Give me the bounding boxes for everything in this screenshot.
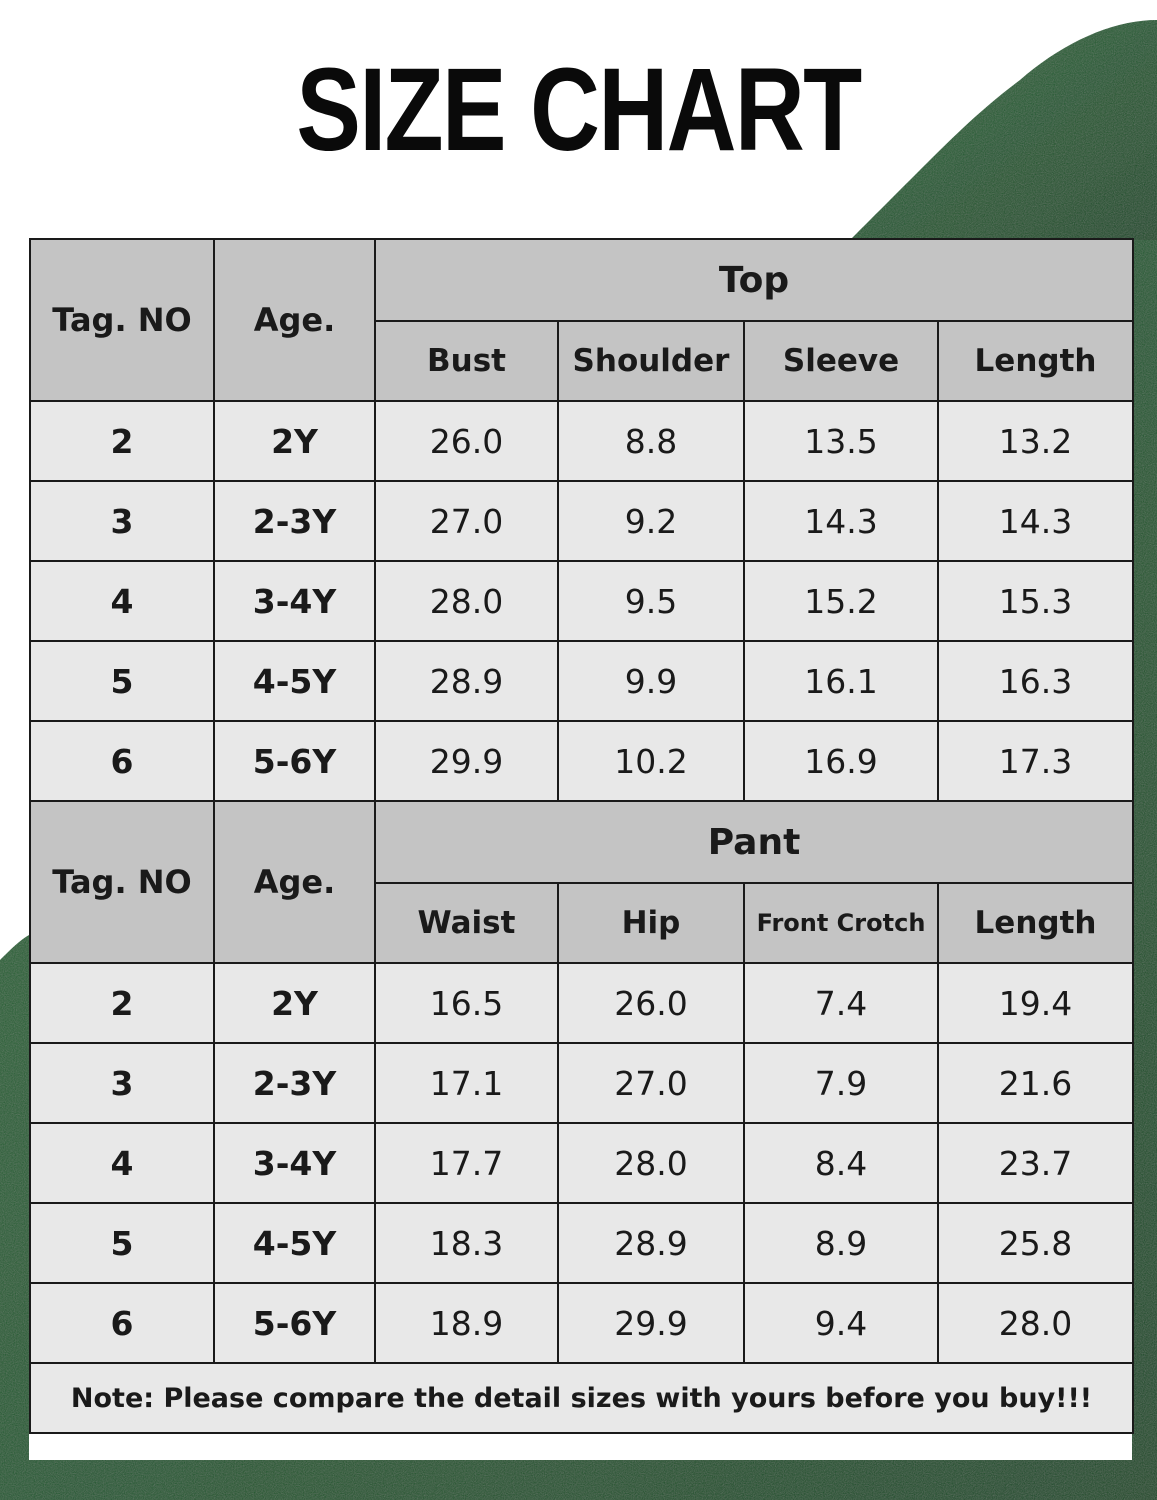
age-cell: 5-6Y: [213, 1282, 376, 1364]
col-header-hip: Hip: [557, 882, 745, 964]
col-header-waist: Waist: [374, 882, 559, 964]
value-cell: 15.2: [743, 560, 939, 642]
age-cell: 2-3Y: [213, 1042, 376, 1124]
col-header-front-crotch: Front Crotch: [743, 882, 939, 964]
value-cell: 16.3: [936, 640, 1135, 722]
table-row: 3 2-3Y 17.1 27.0 7.9 21.6: [29, 1042, 1135, 1124]
age-cell: 5-6Y: [213, 720, 376, 802]
size-chart-table: Tag. NO Age. Top Bust Shoulder Sleeve Le…: [28, 238, 1135, 1434]
tag-cell: 2: [29, 962, 215, 1044]
value-cell: 17.7: [374, 1122, 559, 1204]
value-cell: 26.0: [374, 400, 559, 482]
age-cell: 3-4Y: [213, 1122, 376, 1204]
col-header-sleeve: Sleeve: [743, 320, 939, 402]
tag-cell: 3: [29, 1042, 215, 1124]
age-cell: 4-5Y: [213, 1202, 376, 1284]
value-cell: 9.4: [743, 1282, 939, 1364]
tag-cell: 4: [29, 1122, 215, 1204]
pant-tag-header: Tag. NO: [29, 800, 215, 964]
age-cell: 2Y: [213, 400, 376, 482]
value-cell: 7.9: [743, 1042, 939, 1124]
value-cell: 9.9: [557, 640, 745, 722]
value-cell: 9.5: [557, 560, 745, 642]
value-cell: 21.6: [936, 1042, 1135, 1124]
value-cell: 13.5: [743, 400, 939, 482]
value-cell: 8.9: [743, 1202, 939, 1284]
note-text: Note: Please compare the detail sizes wi…: [28, 1362, 1135, 1434]
value-cell: 28.0: [374, 560, 559, 642]
value-cell: 10.2: [557, 720, 745, 802]
table-row: 5 4-5Y 28.9 9.9 16.1 16.3: [29, 640, 1135, 722]
table-row: 3 2-3Y 27.0 9.2 14.3 14.3: [29, 480, 1135, 562]
col-header-top-length: Length: [936, 320, 1135, 402]
table-row: 5 4-5Y 18.3 28.9 8.9 25.8: [29, 1202, 1135, 1284]
age-cell: 2Y: [213, 962, 376, 1044]
top-age-header: Age.: [213, 238, 376, 402]
age-cell: 4-5Y: [213, 640, 376, 722]
table-row: 4 3-4Y 17.7 28.0 8.4 23.7: [29, 1122, 1135, 1204]
age-cell: 3-4Y: [213, 560, 376, 642]
value-cell: 7.4: [743, 962, 939, 1044]
tag-cell: 6: [29, 720, 215, 802]
value-cell: 16.1: [743, 640, 939, 722]
value-cell: 29.9: [557, 1282, 745, 1364]
value-cell: 9.2: [557, 480, 745, 562]
value-cell: 8.8: [557, 400, 745, 482]
value-cell: 19.4: [936, 962, 1135, 1044]
tag-cell: 4: [29, 560, 215, 642]
value-cell: 13.2: [936, 400, 1135, 482]
value-cell: 17.3: [936, 720, 1135, 802]
value-cell: 15.3: [936, 560, 1135, 642]
value-cell: 23.7: [936, 1122, 1135, 1204]
value-cell: 16.5: [374, 962, 559, 1044]
value-cell: 27.0: [374, 480, 559, 562]
top-group-header: Top: [373, 238, 1135, 322]
value-cell: 29.9: [374, 720, 559, 802]
table-row: 2 2Y 16.5 26.0 7.4 19.4: [29, 962, 1135, 1044]
value-cell: 16.9: [743, 720, 939, 802]
value-cell: 14.3: [743, 480, 939, 562]
tag-cell: 2: [29, 400, 215, 482]
value-cell: 28.9: [557, 1202, 745, 1284]
top-tag-header: Tag. NO: [29, 238, 215, 402]
value-cell: 14.3: [936, 480, 1135, 562]
col-header-pant-length: Length: [936, 882, 1135, 964]
value-cell: 27.0: [557, 1042, 745, 1124]
value-cell: 26.0: [557, 962, 745, 1044]
tag-cell: 5: [29, 1202, 215, 1284]
table-row: 4 3-4Y 28.0 9.5 15.2 15.3: [29, 560, 1135, 642]
col-header-shoulder: Shoulder: [557, 320, 745, 402]
col-header-bust: Bust: [374, 320, 559, 402]
pant-group-header: Pant: [373, 800, 1135, 884]
value-cell: 28.9: [374, 640, 559, 722]
value-cell: 8.4: [743, 1122, 939, 1204]
value-cell: 25.8: [936, 1202, 1135, 1284]
tag-cell: 3: [29, 480, 215, 562]
table-row: 6 5-6Y 29.9 10.2 16.9 17.3: [29, 720, 1135, 802]
table-row: 6 5-6Y 18.9 29.9 9.4 28.0: [29, 1282, 1135, 1364]
pant-age-header: Age.: [213, 800, 376, 964]
tag-cell: 5: [29, 640, 215, 722]
page-title: SIZE CHART: [296, 44, 862, 176]
tag-cell: 6: [29, 1282, 215, 1364]
value-cell: 28.0: [557, 1122, 745, 1204]
table-row: 2 2Y 26.0 8.8 13.5 13.2: [29, 400, 1135, 482]
note-row: Note: Please compare the detail sizes wi…: [28, 1362, 1135, 1434]
top-header-row: Tag. NO Age. Top: [29, 238, 1135, 402]
value-cell: 18.9: [374, 1282, 559, 1364]
value-cell: 18.3: [374, 1202, 559, 1284]
value-cell: 28.0: [936, 1282, 1135, 1364]
pant-header-row: Tag. NO Age. Pant: [29, 800, 1135, 964]
value-cell: 17.1: [374, 1042, 559, 1124]
age-cell: 2-3Y: [213, 480, 376, 562]
